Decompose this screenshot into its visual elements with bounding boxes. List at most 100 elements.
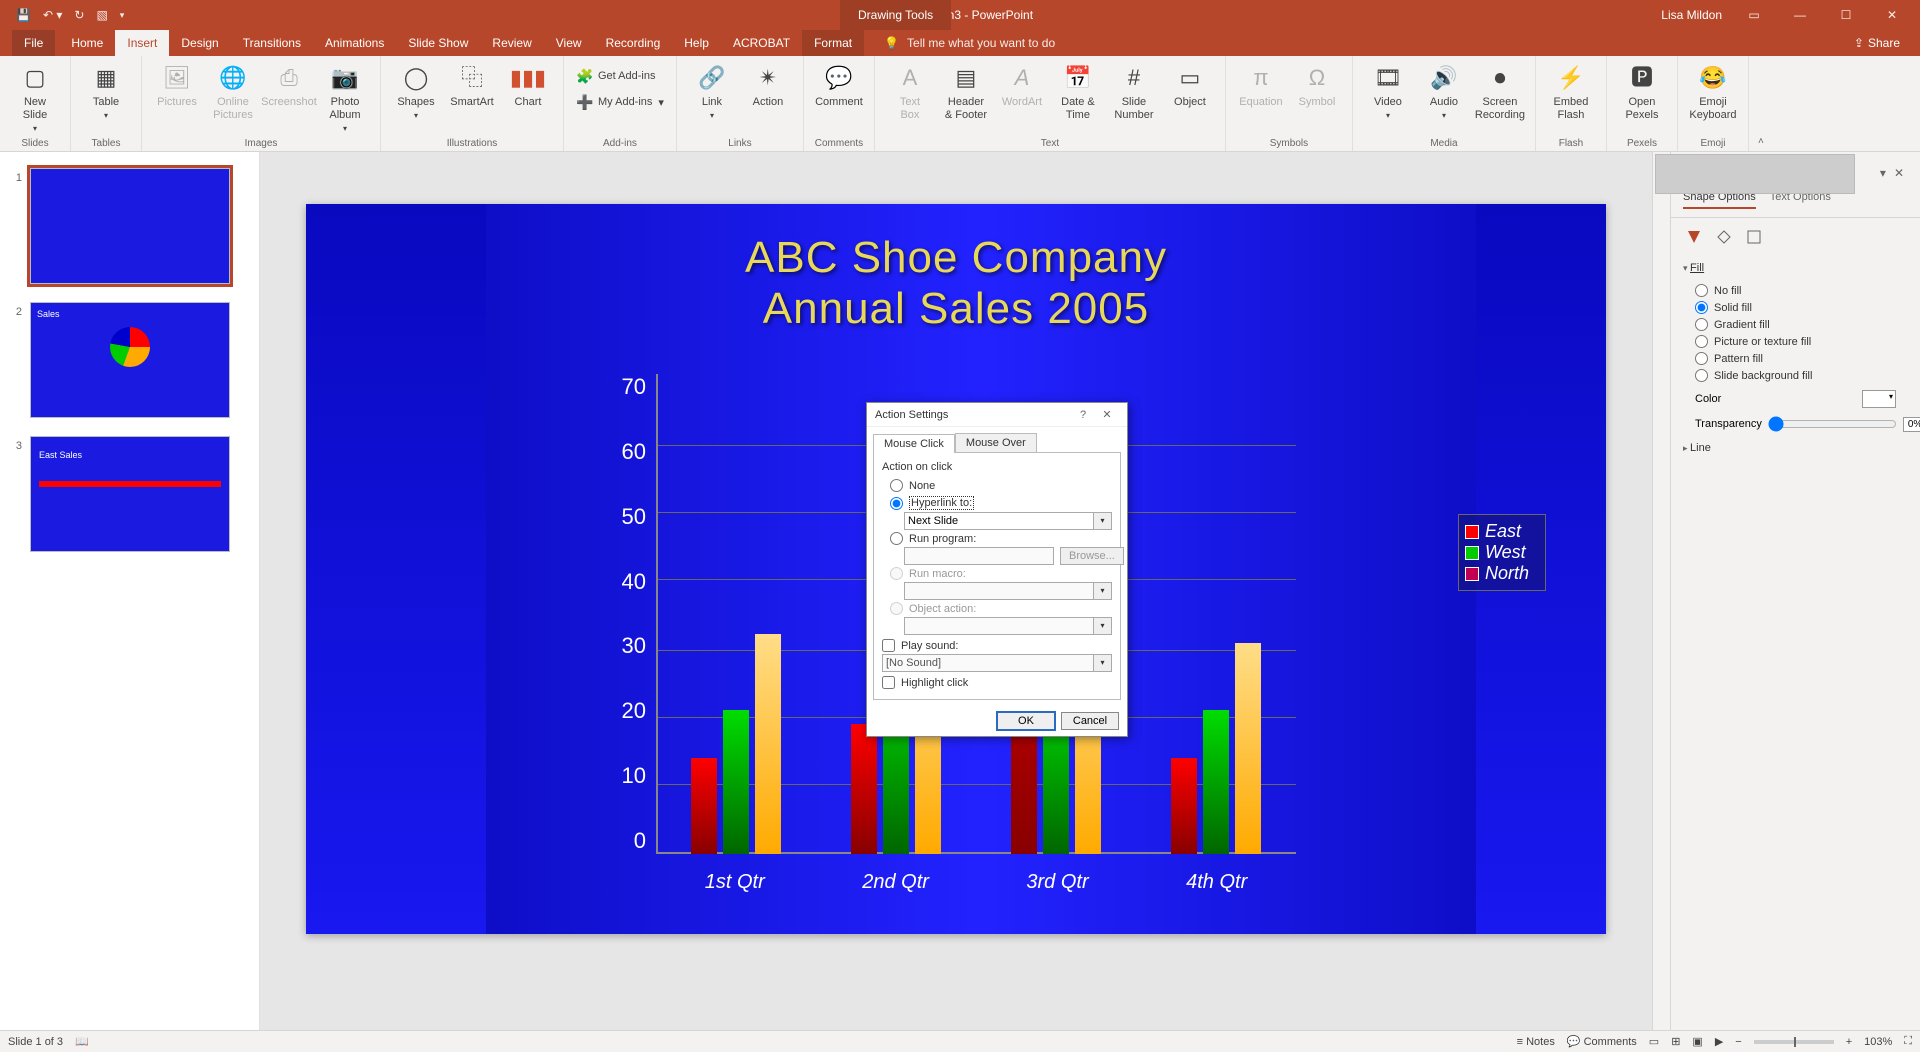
undo-icon[interactable]: ↶ ▾ bbox=[43, 8, 62, 22]
transparency-value[interactable]: 0% bbox=[1903, 417, 1920, 432]
zoom-out-icon[interactable]: − bbox=[1735, 1036, 1741, 1048]
user-name[interactable]: Lisa Mildon bbox=[1661, 8, 1722, 22]
color-picker[interactable] bbox=[1862, 390, 1896, 408]
hyperlink-target-select[interactable] bbox=[904, 512, 1094, 530]
zoom-level[interactable]: 103% bbox=[1864, 1036, 1892, 1048]
zoom-in-icon[interactable]: + bbox=[1846, 1036, 1852, 1048]
qat-more-icon[interactable]: ▾ bbox=[120, 10, 125, 21]
get-addins-button[interactable]: 🧩Get Add-ins bbox=[572, 66, 659, 86]
dialog-tab-mouse-over[interactable]: Mouse Over bbox=[955, 433, 1037, 452]
slide-thumbnail-2[interactable]: Sales bbox=[30, 302, 230, 418]
fill-section-header[interactable]: Fill bbox=[1671, 256, 1920, 280]
notes-button[interactable]: ≡ Notes bbox=[1517, 1036, 1555, 1048]
screen-recording-button[interactable]: ⏺Screen Recording bbox=[1473, 60, 1527, 122]
open-pexels-button[interactable]: 🅿Open Pexels bbox=[1615, 60, 1669, 122]
radio-pattern-fill[interactable] bbox=[1695, 352, 1708, 365]
line-section-header[interactable]: Line bbox=[1671, 436, 1920, 460]
slide-indicator[interactable]: Slide 1 of 3 bbox=[8, 1036, 63, 1048]
tab-review[interactable]: Review bbox=[480, 30, 543, 56]
close-icon[interactable]: ✕ bbox=[1878, 8, 1906, 22]
tab-view[interactable]: View bbox=[544, 30, 594, 56]
sound-select[interactable] bbox=[882, 654, 1094, 672]
play-sound-checkbox[interactable] bbox=[882, 639, 895, 652]
tab-design[interactable]: Design bbox=[169, 30, 230, 56]
tab-recording[interactable]: Recording bbox=[594, 30, 673, 56]
cancel-button[interactable]: Cancel bbox=[1061, 712, 1119, 730]
photo-album-button[interactable]: 📷Photo Album bbox=[318, 60, 372, 136]
minimize-icon[interactable]: — bbox=[1786, 8, 1814, 22]
slide-number-button[interactable]: #Slide Number bbox=[1107, 60, 1161, 122]
pane-close-icon[interactable]: ✕ bbox=[1890, 166, 1908, 180]
spellcheck-icon[interactable]: 📖 bbox=[75, 1035, 89, 1048]
screenshot-button[interactable]: ⎙Screenshot bbox=[262, 60, 316, 109]
fill-line-icon[interactable] bbox=[1683, 226, 1705, 248]
radio-gradient-fill[interactable] bbox=[1695, 318, 1708, 331]
online-pictures-button[interactable]: 🌐Online Pictures bbox=[206, 60, 260, 122]
vertical-scrollbar[interactable] bbox=[1652, 152, 1670, 1030]
chevron-down-icon[interactable]: ▾ bbox=[1094, 654, 1112, 672]
tab-help[interactable]: Help bbox=[672, 30, 721, 56]
radio-slide-bg-fill[interactable] bbox=[1695, 369, 1708, 382]
normal-view-icon[interactable]: ▭ bbox=[1649, 1035, 1659, 1048]
chart-button[interactable]: ▮▮▮Chart bbox=[501, 60, 555, 109]
tab-insert[interactable]: Insert bbox=[115, 30, 169, 56]
slide-sorter-icon[interactable]: ⊞ bbox=[1671, 1035, 1680, 1048]
slideshow-view-icon[interactable]: ▶ bbox=[1715, 1035, 1723, 1048]
transparency-slider[interactable] bbox=[1768, 416, 1897, 432]
tell-me-search[interactable]: 💡 Tell me what you want to do bbox=[884, 36, 1055, 50]
collapse-ribbon-icon[interactable]: ˄ bbox=[1749, 56, 1773, 151]
tab-animations[interactable]: Animations bbox=[313, 30, 396, 56]
tab-acrobat[interactable]: ACROBAT bbox=[721, 30, 802, 56]
save-icon[interactable]: 💾 bbox=[16, 8, 31, 22]
chevron-down-icon[interactable]: ▾ bbox=[1094, 512, 1112, 530]
reading-view-icon[interactable]: ▣ bbox=[1692, 1035, 1702, 1048]
symbol-button[interactable]: ΩSymbol bbox=[1290, 60, 1344, 109]
tab-file[interactable]: File bbox=[12, 30, 55, 56]
radio-solid-fill[interactable] bbox=[1695, 301, 1708, 314]
share-button[interactable]: ⇪Share bbox=[1854, 36, 1920, 50]
highlight-click-checkbox[interactable] bbox=[882, 676, 895, 689]
date-time-button[interactable]: 📅Date & Time bbox=[1051, 60, 1105, 122]
header-footer-button[interactable]: ▤Header & Footer bbox=[939, 60, 993, 122]
emoji-keyboard-button[interactable]: 😂Emoji Keyboard bbox=[1686, 60, 1740, 122]
effects-icon[interactable] bbox=[1713, 226, 1735, 248]
start-from-beginning-icon[interactable]: ▧ bbox=[96, 8, 107, 22]
comments-button[interactable]: 💬 Comments bbox=[1567, 1035, 1637, 1048]
audio-button[interactable]: 🔊Audio bbox=[1417, 60, 1471, 122]
object-button[interactable]: ▭Object bbox=[1163, 60, 1217, 109]
dialog-close-icon[interactable]: ✕ bbox=[1095, 408, 1119, 421]
radio-hyperlink[interactable] bbox=[890, 497, 903, 510]
ribbon-display-options-icon[interactable]: ▭ bbox=[1740, 8, 1768, 22]
radio-none[interactable] bbox=[890, 479, 903, 492]
action-button[interactable]: ✴Action bbox=[741, 60, 795, 109]
wordart-button[interactable]: AWordArt bbox=[995, 60, 1049, 109]
slide-thumbnail-3[interactable]: East Sales bbox=[30, 436, 230, 552]
slide-thumbnail-1[interactable] bbox=[30, 168, 230, 284]
radio-run-program[interactable] bbox=[890, 532, 903, 545]
dialog-help-icon[interactable]: ? bbox=[1071, 409, 1095, 421]
table-button[interactable]: ▦Table bbox=[79, 60, 133, 122]
textbox-button[interactable]: AText Box bbox=[883, 60, 937, 122]
pictures-button[interactable]: 🖼Pictures bbox=[150, 60, 204, 109]
radio-no-fill[interactable] bbox=[1695, 284, 1708, 297]
smartart-button[interactable]: ⿻SmartArt bbox=[445, 60, 499, 109]
tab-format[interactable]: Format bbox=[802, 30, 864, 56]
tab-slideshow[interactable]: Slide Show bbox=[396, 30, 480, 56]
comment-button[interactable]: 💬Comment bbox=[812, 60, 866, 109]
my-addins-button[interactable]: ➕My Add-ins ▾ bbox=[572, 92, 668, 112]
tab-transitions[interactable]: Transitions bbox=[231, 30, 313, 56]
video-button[interactable]: 🎞Video bbox=[1361, 60, 1415, 122]
redo-icon[interactable]: ↻ bbox=[74, 8, 84, 22]
size-properties-icon[interactable] bbox=[1743, 226, 1765, 248]
run-program-input[interactable] bbox=[904, 547, 1054, 565]
embed-flash-button[interactable]: ⚡Embed Flash bbox=[1544, 60, 1598, 122]
new-slide-button[interactable]: ▢New Slide bbox=[8, 60, 62, 136]
link-button[interactable]: 🔗Link bbox=[685, 60, 739, 122]
equation-button[interactable]: πEquation bbox=[1234, 60, 1288, 109]
pane-options-icon[interactable]: ▾ bbox=[1876, 166, 1890, 180]
shapes-button[interactable]: ◯Shapes bbox=[389, 60, 443, 122]
radio-picture-fill[interactable] bbox=[1695, 335, 1708, 348]
fit-to-window-icon[interactable]: ⛶ bbox=[1904, 1035, 1912, 1048]
maximize-icon[interactable]: ☐ bbox=[1832, 8, 1860, 22]
tab-home[interactable]: Home bbox=[59, 30, 115, 56]
